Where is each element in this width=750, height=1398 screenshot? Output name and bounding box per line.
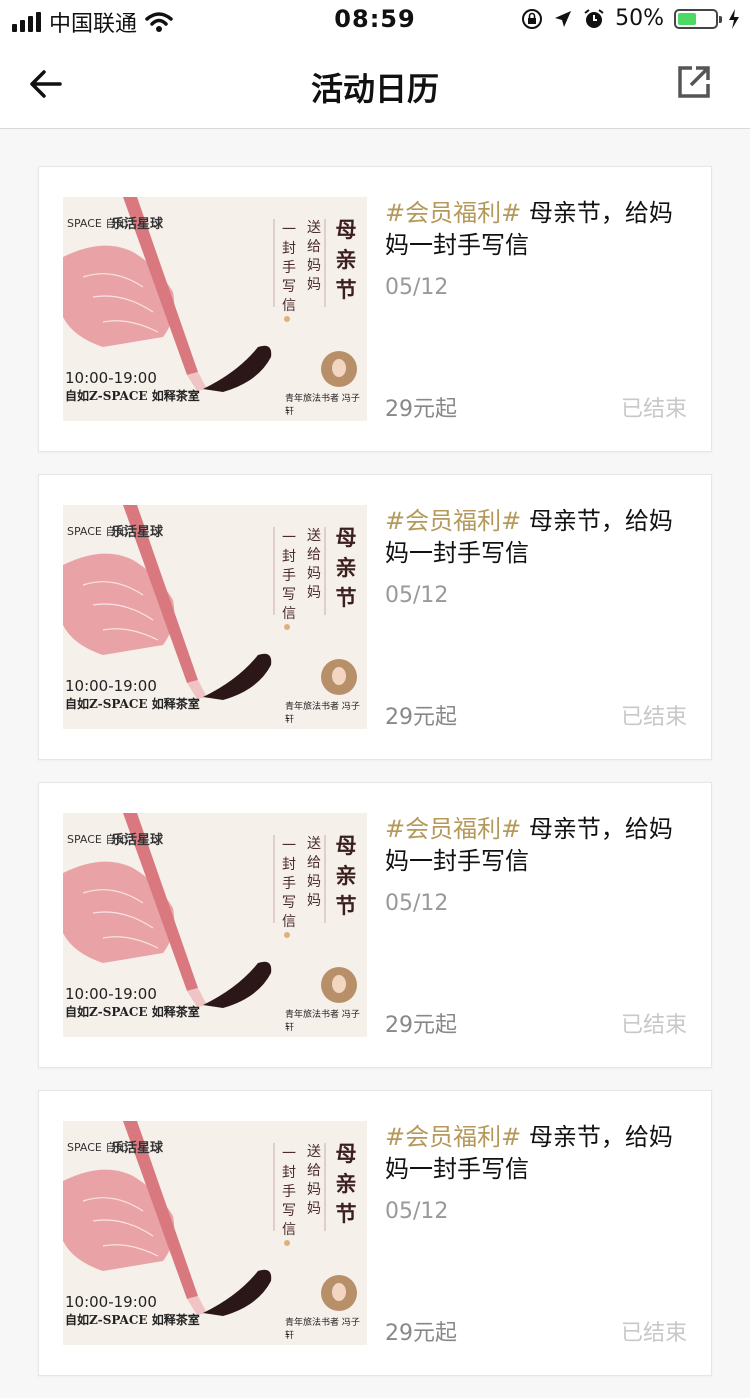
event-info: #会员福利# 母亲节，给妈妈一封手写信 05/12 [385,813,687,916]
poster-time: 10:00-19:00 [65,985,157,1003]
event-status: 已结束 [620,1013,687,1038]
poster-author: 青年旅法书者 冯子轩 [285,702,360,725]
poster-line-1: 一封手写信 [282,530,296,622]
poster-line-2: 送给妈妈 [307,1144,321,1217]
poster-headline: 母亲节 [335,525,357,610]
poster-author: 青年旅法书者 冯子轩 [285,1318,360,1341]
charging-icon [729,8,739,29]
event-tag: #会员福利# [385,199,522,227]
poster-place: 自如Z-SPACE 如释茶室 [65,1005,200,1019]
event-status: 已结束 [620,705,687,730]
author-avatar [321,967,357,1003]
poster-line-2: 送给妈妈 [307,836,321,909]
event-card[interactable]: SPACE 自如 乐活星球 一封手写信 送给妈妈 母亲节 10:00-19:00… [38,782,712,1068]
event-title[interactable]: #会员福利# 母亲节，给妈妈一封手写信 [385,197,687,261]
poster-time: 10:00-19:00 [65,369,157,387]
poster-line-1: 一封手写信 [282,838,296,930]
event-date: 05/12 [385,891,449,916]
poster-brand-right: 乐活星球 [111,525,164,540]
event-info: #会员福利# 母亲节，给妈妈一封手写信 05/12 [385,1121,687,1224]
poster-line-1: 一封手写信 [282,222,296,314]
event-poster: SPACE 自如 乐活星球 一封手写信 送给妈妈 母亲节 10:00-19:00… [63,197,367,421]
poster-place: 自如Z-SPACE 如释茶室 [65,1313,200,1327]
battery-icon [674,8,722,29]
location-icon [555,10,572,27]
event-title[interactable]: #会员福利# 母亲节，给妈妈一封手写信 [385,813,687,877]
event-price: 29元起 [385,705,457,730]
author-avatar [321,351,357,387]
poster-place: 自如Z-SPACE 如释茶室 [65,697,200,711]
event-status: 已结束 [620,397,687,422]
status-right: 50% [521,6,740,31]
event-price: 29元起 [385,397,457,422]
event-title[interactable]: #会员福利# 母亲节，给妈妈一封手写信 [385,505,687,569]
poster-headline: 母亲节 [335,1141,357,1226]
poster-time: 10:00-19:00 [65,677,157,695]
author-avatar [321,1275,357,1311]
event-info: #会员福利# 母亲节，给妈妈一封手写信 05/12 [385,505,687,608]
event-list: SPACE 自如 乐活星球 一封手写信 送给妈妈 母亲节 10:00-19:00… [38,166,712,1398]
external-link-icon[interactable] [676,64,712,100]
event-poster: SPACE 自如 乐活星球 一封手写信 送给妈妈 母亲节 10:00-19:00… [63,1121,367,1345]
event-card[interactable]: SPACE 自如 乐活星球 一封手写信 送给妈妈 母亲节 10:00-19:00… [38,474,712,760]
status-bar: 中国联通 08:59 50% [0,0,750,40]
poster-brand-right: 乐活星球 [111,217,164,232]
poster-author: 青年旅法书者 冯子轩 [285,1010,360,1033]
event-tag: #会员福利# [385,815,522,843]
event-price: 29元起 [385,1013,457,1038]
author-avatar [321,659,357,695]
event-tag: #会员福利# [385,1123,522,1151]
poster-time: 10:00-19:00 [65,1293,157,1311]
event-status: 已结束 [620,1321,687,1346]
event-title[interactable]: #会员福利# 母亲节，给妈妈一封手写信 [385,1121,687,1185]
event-poster: SPACE 自如 乐活星球 一封手写信 送给妈妈 母亲节 10:00-19:00… [63,505,367,729]
alarm-icon [584,8,604,28]
poster-line-1: 一封手写信 [282,1146,296,1238]
event-poster: SPACE 自如 乐活星球 一封手写信 送给妈妈 母亲节 10:00-19:00… [63,813,367,1037]
poster-line-2: 送给妈妈 [307,220,321,293]
event-date: 05/12 [385,1199,449,1224]
event-card[interactable]: SPACE 自如 乐活星球 一封手写信 送给妈妈 母亲节 10:00-19:00… [38,1090,712,1376]
nav-bar: 活动日历 [0,40,750,129]
poster-brand-right: 乐活星球 [111,1141,164,1156]
poster-brand-right: 乐活星球 [111,833,164,848]
battery-percent: 50% [615,6,664,31]
event-info: #会员福利# 母亲节，给妈妈一封手写信 05/12 [385,197,687,300]
event-tag: #会员福利# [385,507,522,535]
page-title: 活动日历 [310,70,439,108]
poster-line-2: 送给妈妈 [307,528,321,601]
event-date: 05/12 [385,583,449,608]
orientation-lock-icon [522,8,543,29]
event-date: 05/12 [385,275,449,300]
event-price: 29元起 [385,1321,457,1346]
poster-author: 青年旅法书者 冯子轩 [285,394,360,417]
poster-place: 自如Z-SPACE 如释茶室 [65,389,200,403]
event-card[interactable]: SPACE 自如 乐活星球 一封手写信 送给妈妈 母亲节 10:00-19:00… [38,166,712,452]
poster-headline: 母亲节 [335,217,357,302]
poster-headline: 母亲节 [335,833,357,918]
